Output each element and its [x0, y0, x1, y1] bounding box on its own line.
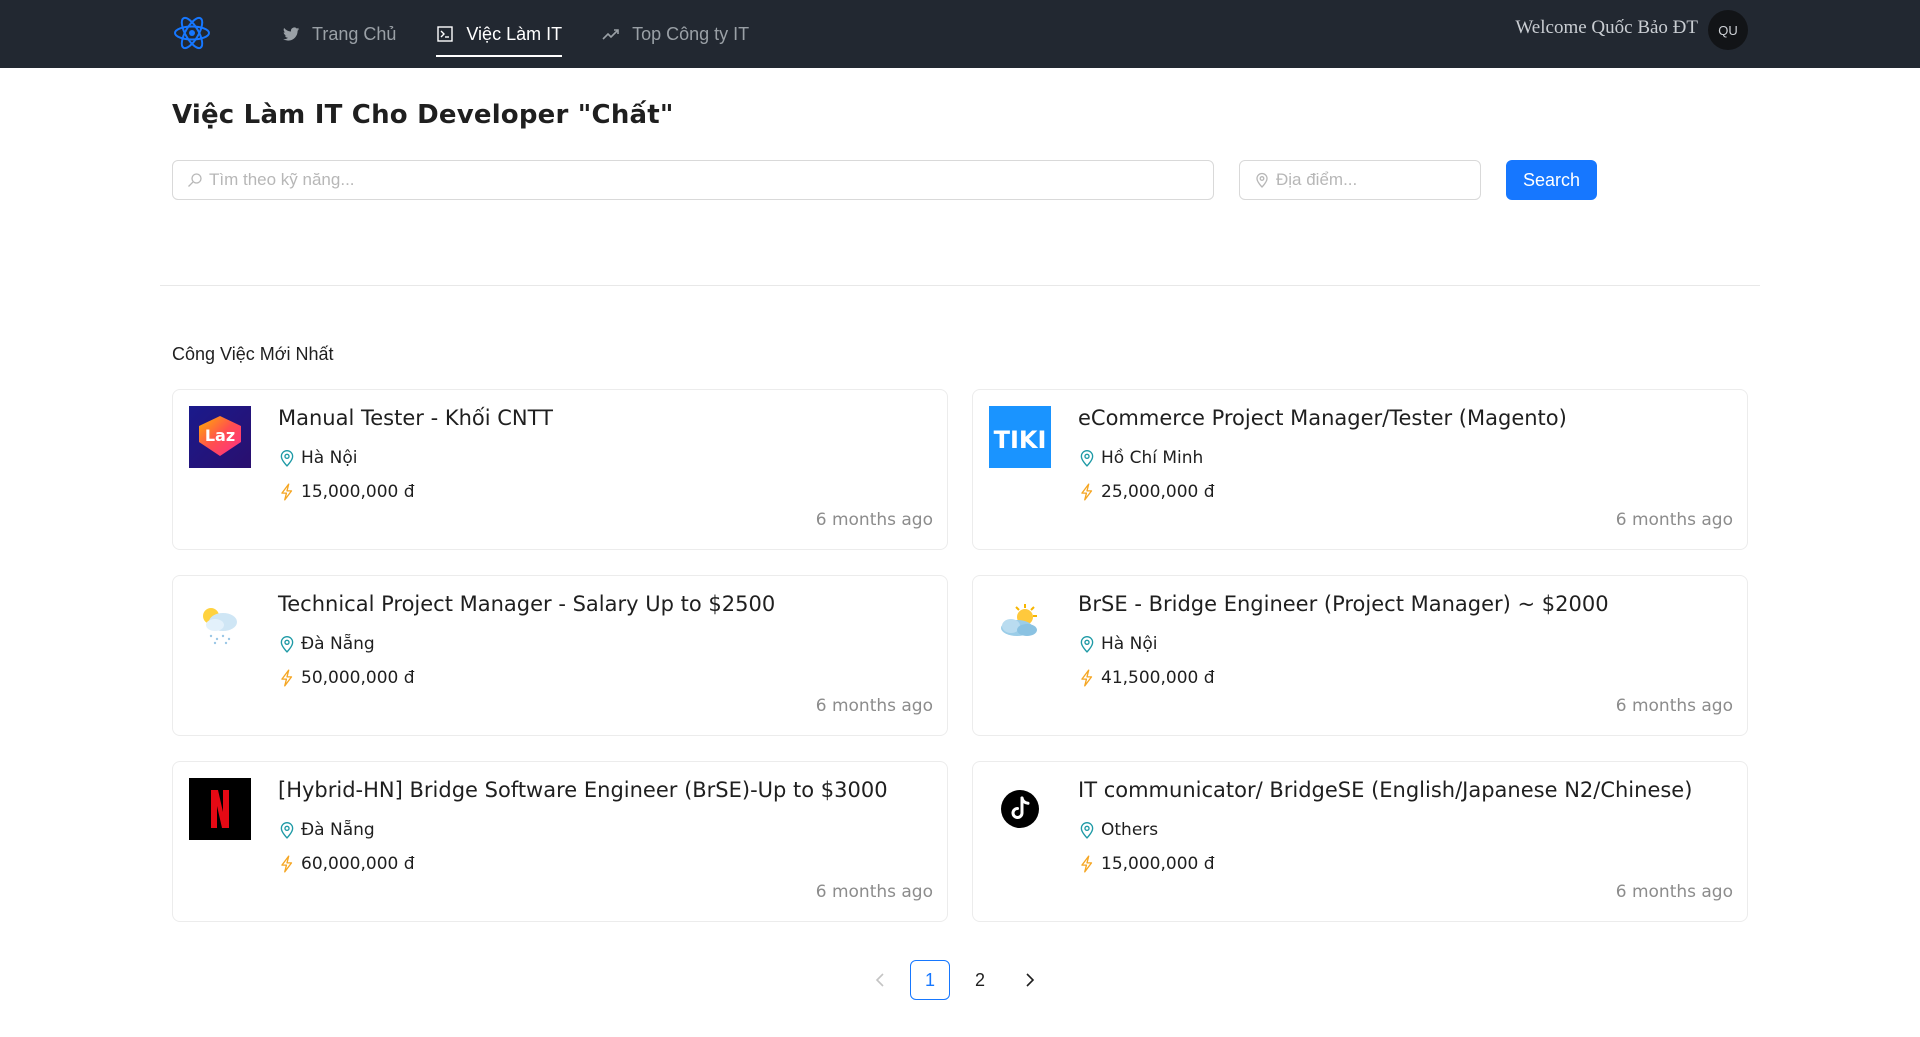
- job-salary-text: 25,000,000 đ: [1101, 482, 1215, 502]
- job-card[interactable]: [Hybrid-HN] Bridge Software Engineer (Br…: [172, 761, 948, 922]
- next-page-button[interactable]: [1010, 960, 1050, 1000]
- search-button[interactable]: Search: [1506, 160, 1597, 200]
- job-title[interactable]: Manual Tester - Khối CNTT: [278, 406, 553, 430]
- location-pin-icon: [1078, 635, 1096, 653]
- pagination: 1 2: [860, 960, 1050, 1000]
- weather-snow-logo: [189, 592, 251, 654]
- job-title[interactable]: IT communicator/ BridgeSE (English/Japan…: [1078, 778, 1692, 802]
- page-button-1[interactable]: 1: [910, 960, 950, 1000]
- job-location-text: Hồ Chí Minh: [1101, 448, 1204, 468]
- job-card[interactable]: BrSE - Bridge Engineer (Project Manager)…: [972, 575, 1748, 736]
- job-title[interactable]: eCommerce Project Manager/Tester (Magent…: [1078, 406, 1567, 430]
- nav-item-top-companies[interactable]: Top Công ty IT: [582, 0, 769, 68]
- job-card[interactable]: Technical Project Manager - Salary Up to…: [172, 575, 948, 736]
- lightning-icon: [278, 483, 296, 501]
- section-divider: [160, 285, 1760, 286]
- user-avatar[interactable]: QU: [1708, 10, 1748, 50]
- job-location: Hà Nội: [278, 448, 357, 468]
- twitter-icon: [282, 25, 300, 43]
- lazada-logo: Laz: [189, 406, 251, 468]
- terminal-icon: [436, 25, 454, 43]
- welcome-text: Welcome Quốc Bảo ĐT: [1515, 17, 1698, 38]
- job-salary: 15,000,000 đ: [1078, 854, 1215, 874]
- job-location-text: Hà Nội: [301, 448, 358, 468]
- job-posted-time: 6 months ago: [1615, 510, 1733, 530]
- job-location: Đà Nẵng: [278, 820, 375, 840]
- top-navbar: Trang Chủ Việc Làm IT Top Công ty IT Wel…: [0, 0, 1920, 68]
- page-title: Việc Làm IT Cho Developer "Chất": [172, 100, 674, 130]
- job-card[interactable]: Laz Manual Tester - Khối CNTT Hà Nội 15,…: [172, 389, 948, 550]
- nav-item-it-jobs[interactable]: Việc Làm IT: [416, 0, 582, 68]
- nav-label-it-jobs: Việc Làm IT: [466, 23, 563, 44]
- job-location: Hồ Chí Minh: [1078, 448, 1203, 468]
- job-location-text: Đà Nẵng: [301, 820, 375, 840]
- lightning-icon: [278, 855, 296, 873]
- lightning-icon: [1078, 855, 1096, 873]
- skill-search-input[interactable]: [209, 170, 1213, 190]
- job-salary-text: 60,000,000 đ: [301, 854, 415, 874]
- weather-sun-cloud-logo: [989, 592, 1051, 654]
- trend-line-icon: [602, 25, 620, 43]
- job-location-text: Hà Nội: [1101, 634, 1158, 654]
- job-posted-time: 6 months ago: [1615, 696, 1733, 716]
- svg-text:TIKI: TIKI: [994, 426, 1047, 454]
- nav-label-top-companies: Top Công ty IT: [632, 23, 750, 44]
- location-pin-icon: [278, 821, 296, 839]
- job-salary-text: 50,000,000 đ: [301, 668, 415, 688]
- lightning-icon: [1078, 483, 1096, 501]
- location-pin-icon: [1254, 172, 1270, 188]
- svg-text:Laz: Laz: [205, 426, 235, 445]
- job-card[interactable]: TIKI eCommerce Project Manager/Tester (M…: [972, 389, 1748, 550]
- location-pin-icon: [1078, 821, 1096, 839]
- skill-search-field[interactable]: [172, 160, 1214, 200]
- netflix-logo: [189, 778, 251, 840]
- section-title-latest-jobs: Công Việc Mới Nhất: [172, 344, 334, 364]
- chevron-right-icon: [1026, 973, 1035, 987]
- job-card[interactable]: IT communicator/ BridgeSE (English/Japan…: [972, 761, 1748, 922]
- prev-page-button[interactable]: [860, 960, 900, 1000]
- tiktok-logo: [989, 778, 1051, 840]
- main-nav: Trang Chủ Việc Làm IT Top Công ty IT: [262, 0, 769, 68]
- job-salary: 50,000,000 đ: [278, 668, 415, 688]
- search-icon: [187, 172, 203, 188]
- job-location: Others: [1078, 820, 1158, 840]
- page-button-2[interactable]: 2: [960, 960, 1000, 1000]
- job-location: Hà Nội: [1078, 634, 1157, 654]
- location-pin-icon: [1078, 449, 1096, 467]
- location-search-field[interactable]: [1239, 160, 1497, 200]
- react-logo-icon[interactable]: [172, 13, 212, 53]
- job-title[interactable]: Technical Project Manager - Salary Up to…: [278, 592, 775, 616]
- location-search-input[interactable]: [1276, 170, 1497, 190]
- lightning-icon: [278, 669, 296, 687]
- nav-item-home[interactable]: Trang Chủ: [262, 0, 416, 68]
- job-salary: 41,500,000 đ: [1078, 668, 1215, 688]
- job-title[interactable]: BrSE - Bridge Engineer (Project Manager)…: [1078, 592, 1609, 616]
- nav-label-home: Trang Chủ: [312, 23, 397, 44]
- location-pin-icon: [278, 635, 296, 653]
- job-posted-time: 6 months ago: [815, 696, 933, 716]
- job-salary-text: 15,000,000 đ: [1101, 854, 1215, 874]
- job-salary-text: 15,000,000 đ: [301, 482, 415, 502]
- job-location: Đà Nẵng: [278, 634, 375, 654]
- location-pin-icon: [278, 449, 296, 467]
- job-salary: 60,000,000 đ: [278, 854, 415, 874]
- job-location-text: Đà Nẵng: [301, 634, 375, 654]
- job-salary: 15,000,000 đ: [278, 482, 415, 502]
- job-salary: 25,000,000 đ: [1078, 482, 1215, 502]
- job-posted-time: 6 months ago: [815, 882, 933, 902]
- job-salary-text: 41,500,000 đ: [1101, 668, 1215, 688]
- chevron-left-icon: [875, 973, 884, 987]
- job-posted-time: 6 months ago: [1615, 882, 1733, 902]
- job-posted-time: 6 months ago: [815, 510, 933, 530]
- lightning-icon: [1078, 669, 1096, 687]
- tiki-logo: TIKI: [989, 406, 1051, 468]
- job-location-text: Others: [1101, 820, 1159, 840]
- job-title[interactable]: [Hybrid-HN] Bridge Software Engineer (Br…: [278, 778, 888, 802]
